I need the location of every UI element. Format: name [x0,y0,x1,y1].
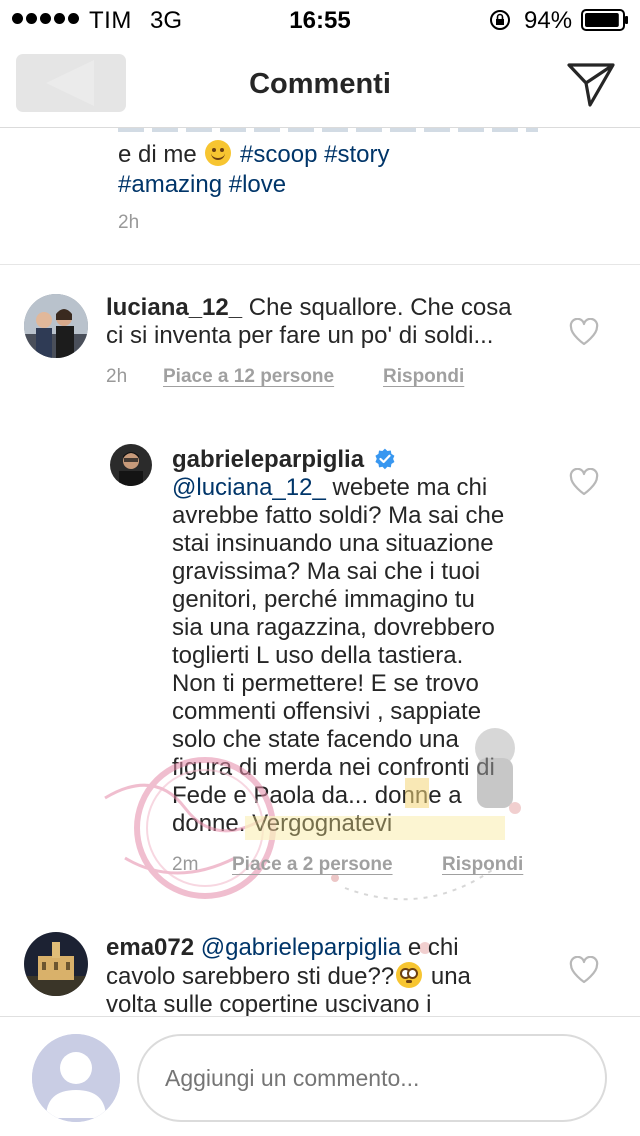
comment-body: luciana_12_ Che squallore. Che cosa ci s… [106,294,576,350]
comment-username[interactable]: luciana_12_ [106,294,242,321]
avatar-photo [24,294,88,358]
avatar[interactable] [110,444,152,486]
flushed-face-emoji [396,962,423,988]
comment-text-line: gravissima? Ma sai che i tuoi [172,558,481,585]
comment-text-line: avrebbe fatto soldi? Ma sai che [172,502,505,529]
battery-icon [581,9,628,31]
default-avatar-icon [32,1034,120,1122]
reply-body: gabrieleparpiglia @luciana_12_ webete ma… [172,446,562,838]
comment-text-line: Fede e Paola da... donne a [172,782,462,809]
comment-text-line: sia una ragazzina, dovrebbero [172,614,495,641]
navigation-bar: Commenti [0,40,640,128]
likes-count-link[interactable]: Piace a 2 persone [232,854,393,876]
verified-badge-icon [375,448,395,470]
post-caption: e di me #scoop #story #amazing #love [118,128,538,200]
caption-text: e di me [118,141,197,168]
divider [0,264,640,265]
smiling-face-emoji [205,140,232,166]
comment-username[interactable]: gabrieleparpiglia [172,446,364,473]
mention-link[interactable]: @gabrieleparpiglia [201,934,401,961]
like-heart-icon[interactable] [569,318,599,346]
status-bar: TIM 3G 16:55 94% [0,0,640,40]
comment-body: ema072 @gabrieleparpiglia e chi cavolo s… [106,934,576,1016]
comment-text-line: e chi [407,934,459,961]
comment-time: 2h [106,366,128,387]
comment-username[interactable]: ema072 [106,934,194,961]
avatar[interactable] [24,294,88,358]
comment-input-bar [0,1016,640,1136]
comment-text-line: Che squallore. Che cosa [248,294,512,321]
caption-hashtags-line[interactable]: #amazing #love [118,170,538,200]
comment-text-line: cavolo sarebbero sti due?? [106,963,395,990]
reply-link[interactable]: Rispondi [442,854,523,876]
comment-text-line: solo che state facendo una [172,726,459,753]
comment-text-line: toglierti L uso della tastiera. [172,642,464,669]
mention-link[interactable]: @luciana_12_ [172,474,326,501]
comment-meta: 2m Piace a 2 persone Rispondi [172,854,572,878]
paper-plane-icon[interactable] [566,61,616,107]
comment-text-line: volta sulle copertine uscivano i [106,991,432,1016]
caption-hashtags[interactable]: #scoop #story [240,141,389,168]
comments-list[interactable]: e di me #scoop #story #amazing #love 2h [0,128,640,1016]
comment-time: 2m [172,854,199,875]
comment-text-line: Non ti permettere! E se trovo [172,670,479,697]
comment-text-line: genitori, perché immagino tu [172,586,475,613]
battery-percentage: 94% [524,7,573,34]
reply-link[interactable]: Rispondi [383,366,464,388]
caption-line: e di me #scoop #story [118,140,538,170]
rotation-lock-icon [490,10,510,30]
comment-text-line: donne. Vergognatevi [172,810,393,837]
comments-screen: TIM 3G 16:55 94% Commenti e di me #scoop… [0,0,640,1136]
comment-text-line: figura di merda nei confronti di [172,754,495,781]
user-avatar [32,1034,120,1122]
comment-text-line: webete ma chi [332,474,488,501]
comment-meta: 2h Piace a 12 persone Rispondi [106,366,566,390]
comment-text-line: ci si inventa per fare un po' di soldi..… [106,322,494,349]
likes-count-link[interactable]: Piace a 12 persone [163,366,334,388]
caption-timestamp: 2h [118,212,140,233]
comment-text-line: commenti offensivi , sappiate [172,698,482,725]
comment-text-line: una [430,963,471,990]
avatar-photo [110,444,152,486]
page-title: Commenti [249,68,391,100]
avatar[interactable] [24,932,88,996]
comment-input[interactable] [137,1034,607,1122]
avatar-photo [24,932,88,996]
like-heart-icon[interactable] [569,468,599,496]
comment-text-line: stai insinuando una situazione [172,530,494,557]
like-heart-icon[interactable] [569,956,599,984]
